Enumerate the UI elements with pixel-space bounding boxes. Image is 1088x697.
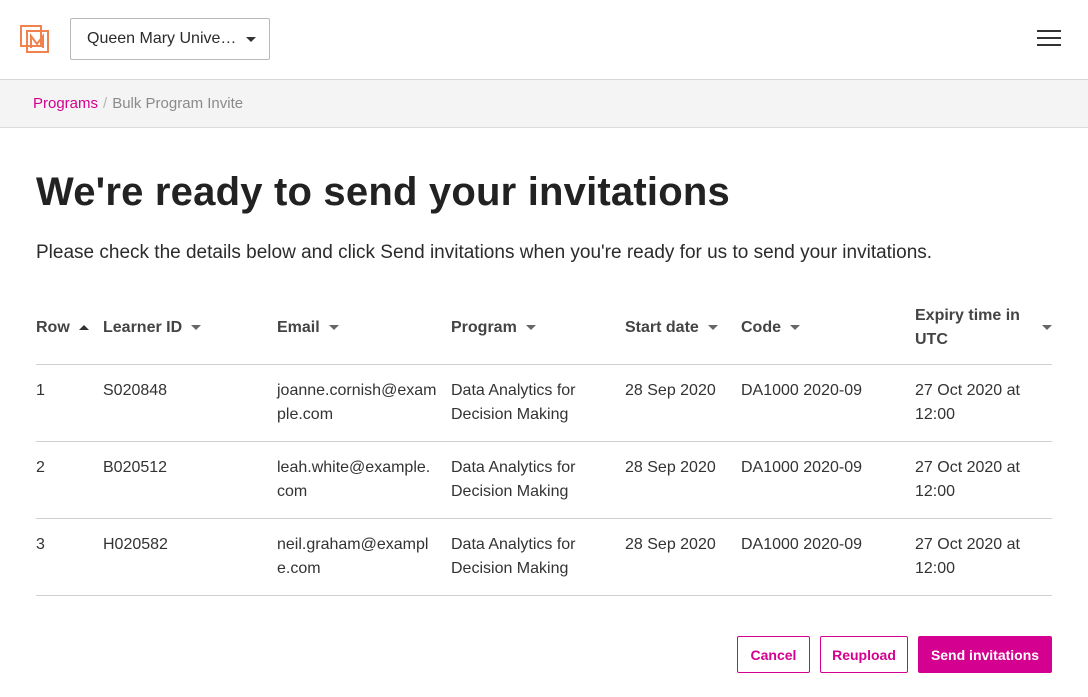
invitations-table: Row Learner ID Email Program Start date … xyxy=(36,290,1052,596)
cell-start-date: 28 Sep 2020 xyxy=(625,382,716,399)
cell-email: joanne.cornish@example.com xyxy=(277,382,437,423)
cell-expiry: 27 Oct 2020 at 12:00 xyxy=(915,459,1020,500)
breadcrumb-programs-link[interactable]: Programs xyxy=(33,95,98,112)
cell-row: 2 xyxy=(36,459,45,476)
cell-code: DA1000 2020-09 xyxy=(741,382,862,399)
cell-learner-id: S020848 xyxy=(103,382,168,399)
cell-email: leah.white@example.com xyxy=(277,459,431,500)
cell-program: Data Analytics for Decision Making xyxy=(451,459,576,500)
column-header-label: Expiry time in UTC xyxy=(915,306,1020,348)
orange-monogram-logo[interactable] xyxy=(20,25,50,53)
page-title: We're ready to send your invitations xyxy=(36,170,730,214)
cell-row: 1 xyxy=(36,382,45,399)
chevron-down-icon xyxy=(246,37,256,42)
breadcrumb-bar: Programs / Bulk Program Invite xyxy=(0,80,1088,128)
breadcrumb: Programs / Bulk Program Invite xyxy=(33,95,243,112)
send-invitations-button[interactable]: Send invitations xyxy=(918,636,1052,673)
column-header-label: Start date xyxy=(625,318,699,336)
column-header-program[interactable]: Program xyxy=(451,290,611,365)
cell-code: DA1000 2020-09 xyxy=(741,536,862,553)
organization-name: Queen Mary University of London xyxy=(87,30,239,47)
cell-code: DA1000 2020-09 xyxy=(741,459,862,476)
sort-down-icon xyxy=(525,325,536,330)
cell-program: Data Analytics for Decision Making xyxy=(451,382,576,423)
organization-select[interactable]: Queen Mary University of London xyxy=(70,18,270,60)
cell-start-date: 28 Sep 2020 xyxy=(625,536,716,553)
top-navigation-bar: Queen Mary University of London xyxy=(0,0,1088,80)
table-row: 1 S020848 joanne.cornish@example.com Dat… xyxy=(36,365,1052,442)
sort-down-icon xyxy=(328,325,339,330)
column-header-code[interactable]: Code xyxy=(741,290,906,365)
column-header-expiry[interactable]: Expiry time in UTC xyxy=(915,290,1052,365)
column-header-start-date[interactable]: Start date xyxy=(625,290,735,365)
cell-learner-id: B020512 xyxy=(103,459,168,476)
column-header-email[interactable]: Email xyxy=(277,290,437,365)
sort-ascending-icon xyxy=(78,325,89,330)
column-header-label: Program xyxy=(451,318,517,336)
cell-learner-id: H020582 xyxy=(103,536,168,553)
column-header-label: Learner ID xyxy=(103,318,183,336)
reupload-button[interactable]: Reupload xyxy=(820,636,908,673)
sort-down-icon xyxy=(790,325,800,330)
column-header-label: Code xyxy=(741,318,781,336)
cell-expiry: 27 Oct 2020 at 12:00 xyxy=(915,536,1020,577)
column-header-label: Email xyxy=(277,318,320,336)
table-header: Row Learner ID Email Program Start date … xyxy=(36,290,1052,365)
breadcrumb-current: Bulk Program Invite xyxy=(112,95,244,112)
cell-expiry: 27 Oct 2020 at 12:00 xyxy=(915,382,1020,423)
cell-start-date: 28 Sep 2020 xyxy=(625,459,716,476)
column-header-label: Row xyxy=(36,318,70,336)
column-header-row[interactable]: Row xyxy=(36,290,96,365)
cancel-button[interactable]: Cancel xyxy=(737,636,810,673)
page-intro: Please check the details below and click… xyxy=(36,242,933,263)
cell-program: Data Analytics for Decision Making xyxy=(451,536,576,577)
cell-row: 3 xyxy=(36,536,45,553)
sort-down-icon xyxy=(707,325,718,330)
column-header-learner-id[interactable]: Learner ID xyxy=(103,290,263,365)
sort-down-icon xyxy=(1042,325,1052,330)
cell-email: neil.graham@example.com xyxy=(277,536,429,577)
table-row: 3 H020582 neil.graham@example.com Data A… xyxy=(36,519,1052,596)
sort-down-icon xyxy=(191,325,202,330)
breadcrumb-separator: / xyxy=(103,95,108,112)
hamburger-menu-icon[interactable] xyxy=(1037,28,1063,46)
table-row: 2 B020512 leah.white@example.com Data An… xyxy=(36,442,1052,519)
